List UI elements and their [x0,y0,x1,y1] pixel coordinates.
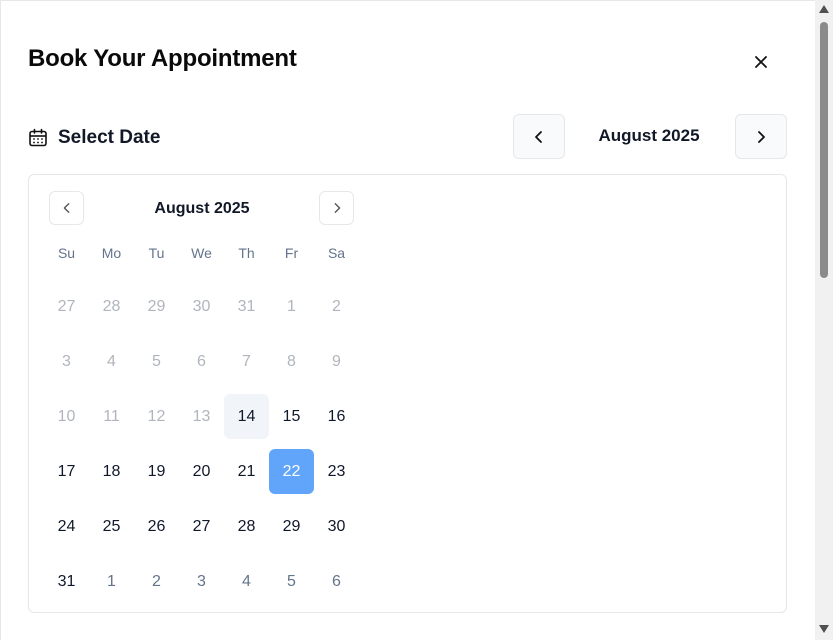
calendar-day: 1 [287,297,296,315]
section-label-text: Select Date [58,127,161,148]
calendar-week-row: 31 1 2 3 4 5 6 [44,554,359,609]
appointment-dialog: Book Your Appointment Select Date August… [0,0,815,640]
calendar-day[interactable]: 16 [314,394,359,439]
calendar-day: 30 [192,297,211,315]
calendar-day: 13 [192,407,211,425]
calendar-day[interactable]: 26 [134,504,179,549]
calendar-day[interactable]: 20 [179,449,224,494]
calendar-day[interactable]: 4 [224,559,269,604]
calendar-day: 5 [152,352,161,370]
calendar-day[interactable]: 23 [314,449,359,494]
scrollbar-thumb[interactable] [820,22,828,278]
header-month-label: August 2025 [598,126,700,145]
calendar-day: 10 [57,407,76,425]
calendar-icon [29,128,47,147]
chevron-right-icon [334,203,340,213]
section-label: Select Date [28,125,160,151]
calendar-day-selected[interactable]: 22 [269,449,314,494]
weekday-label: Su [57,245,76,261]
calendar-day: 3 [62,352,71,370]
weekday-label: Sa [327,245,346,261]
calendar-day: 29 [147,297,166,315]
calendar-day[interactable]: 24 [44,504,89,549]
calendar-day: 27 [57,297,76,315]
calendar-week-row: 10 11 12 13 14 15 16 [44,389,359,444]
chevron-left-icon [63,203,69,213]
triangle-down-icon [819,625,829,633]
calendar-day: 28 [102,297,121,315]
calendar-day: 12 [147,407,166,425]
weekday-label: Th [238,245,255,261]
weekday-label: Tu [148,245,165,261]
calendar-card: August 2025 Su Mo Tu We Th Fr Sa 27 28 29 3… [28,174,787,613]
calendar-day: 4 [107,352,116,370]
calendar-day[interactable]: 27 [179,504,224,549]
weekday-label: Mo [101,245,122,261]
calendar-day[interactable]: 1 [89,559,134,604]
calendar-day: 2 [332,297,341,315]
calendar-day[interactable]: 3 [179,559,224,604]
calendar-next-month-button[interactable] [319,191,354,225]
calendar-day: 9 [332,352,341,370]
close-icon [755,56,767,68]
weekday-header: Su Mo Tu We Th Fr Sa [44,245,359,261]
scroll-up-arrow[interactable] [818,5,830,15]
calendar-prev-month-button[interactable] [49,191,84,225]
dialog-title: Book Your Appointment [28,45,297,72]
calendar-day[interactable]: 6 [314,559,359,604]
close-button[interactable] [746,47,776,77]
calendar-day[interactable]: 31 [44,559,89,604]
weekday-label: We [191,245,212,261]
calendar-day[interactable]: 15 [269,394,314,439]
calendar-day: 7 [242,352,251,370]
calendar-day[interactable]: 18 [89,449,134,494]
calendar-day[interactable]: 21 [224,449,269,494]
calendar-week-row: 24 25 26 27 28 29 30 [44,499,359,554]
calendar-day: 6 [197,352,206,370]
chevron-right-icon [758,130,765,143]
calendar-day[interactable]: 29 [269,504,314,549]
header-prev-month-button[interactable] [513,114,565,159]
calendar-day[interactable]: 25 [89,504,134,549]
calendar-day: 31 [237,297,256,315]
header-next-month-button[interactable] [735,114,787,159]
calendar-day-today[interactable]: 14 [224,394,269,439]
chevron-left-icon [535,130,542,143]
calendar-day[interactable]: 30 [314,504,359,549]
vertical-scrollbar[interactable] [815,0,833,640]
calendar-day[interactable]: 19 [134,449,179,494]
calendar-day[interactable]: 28 [224,504,269,549]
calendar-day[interactable]: 2 [134,559,179,604]
calendar-day: 11 [103,407,120,425]
scroll-down-arrow[interactable] [818,625,830,635]
calendar-week-row: 17 18 19 20 21 22 23 [44,444,359,499]
weekday-label: Fr [284,245,299,261]
calendar-day-grid: 27 28 29 30 31 1 2 3 4 5 6 7 8 9 10 11 12 13 14 15 16 17 18 19 2… [44,279,359,609]
calendar-week-row: 27 28 29 30 31 1 2 [44,279,359,334]
calendar-day[interactable]: 17 [44,449,89,494]
calendar-month-label: August 2025 [154,200,250,217]
triangle-up-icon [819,5,829,13]
calendar-week-row: 3 4 5 6 7 8 9 [44,334,359,389]
calendar-day: 8 [287,352,296,370]
calendar-day[interactable]: 5 [269,559,314,604]
